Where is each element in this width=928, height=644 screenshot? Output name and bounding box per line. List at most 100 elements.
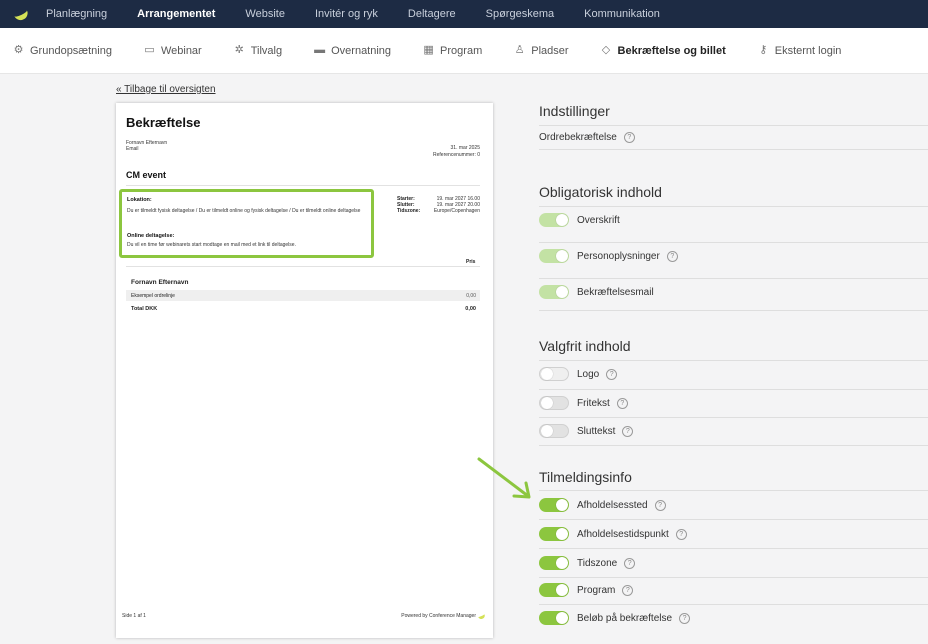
toggle-afholdelsestidspunkt[interactable] [539, 527, 569, 541]
preview-reference: Referencenummer: 0 [433, 152, 480, 158]
divider [539, 149, 928, 150]
help-icon[interactable]: ? [616, 397, 628, 409]
help-icon[interactable]: ? [679, 612, 691, 624]
option-label: Tidszone [577, 557, 618, 569]
option-personoplysninger: Personoplysninger ? [539, 249, 678, 263]
option-label: Overskrift [577, 214, 620, 226]
tab-label: Overnatning [331, 44, 392, 57]
divider [539, 577, 928, 578]
preview-email: Email [126, 146, 139, 152]
tab-program[interactable]: ▦ Program [422, 44, 482, 57]
divider [539, 490, 928, 491]
option-ordrebekraeftelse: Ordrebekræftelse ? [539, 132, 635, 143]
divider [539, 310, 928, 311]
toggle-personoplysninger [539, 249, 569, 263]
divider [539, 604, 928, 605]
nav-kommunikation[interactable]: Kommunikation [584, 8, 660, 20]
confirmation-preview: Bekræftelse Fornavn Efternavn Email 31. … [116, 103, 493, 638]
option-sluttekst: Sluttekst ? [539, 424, 634, 438]
order-line-label: Eksempel ordrelinje [131, 293, 175, 299]
online-text: Du vil en time før webinarets start modt… [127, 242, 296, 248]
section-title-tilmeldingsinfo: Tilmeldingsinfo [539, 469, 632, 485]
location-text: Du er tilmeldt fysisk deltagelse / Du er… [127, 208, 361, 214]
sub-navigation: ⚙ Grundopsætning ▭ Webinar ✲ Tilvalg ▬ O… [0, 28, 928, 74]
divider [539, 242, 928, 243]
time-value: Europe/Copenhagen [433, 208, 480, 214]
order-line-value: 0,00 [466, 293, 476, 299]
nav-deltagere[interactable]: Deltagere [408, 8, 456, 20]
option-logo: Logo ? [539, 367, 618, 381]
option-label: Personoplysninger [577, 250, 660, 262]
option-overskrift: Overskrift [539, 213, 620, 227]
ticket-icon: ◇ [601, 44, 611, 56]
option-fritekst: Fritekst ? [539, 396, 628, 410]
divider [539, 548, 928, 549]
calendar-icon: ▦ [423, 44, 434, 56]
preview-title: Bekræftelse [126, 115, 201, 130]
help-icon[interactable]: ? [622, 425, 634, 437]
nav-website[interactable]: Website [245, 8, 285, 20]
online-heading: Online deltagelse: [127, 233, 175, 239]
bed-icon: ▬ [314, 44, 326, 56]
toggle-logo[interactable] [539, 367, 569, 381]
option-beloeb-paa-bekraeftelse: Beløb på bekræftelse ? [539, 611, 691, 625]
tab-eksternt-login[interactable]: ⚷ Eksternt login [757, 44, 842, 57]
event-times: Starter: 19. mar 2027 16.00 Slutter: 19. m… [397, 196, 480, 214]
help-icon[interactable]: ? [623, 132, 635, 143]
tab-tilvalg[interactable]: ✲ Tilvalg [233, 44, 283, 57]
divider [539, 360, 928, 361]
order-line: Eksempel ordrelinje 0,00 [126, 290, 480, 301]
section-title-valgfrit: Valgfrit indhold [539, 338, 631, 354]
divider [539, 125, 928, 126]
divider [539, 206, 928, 207]
location-highlight-box: Lokation: Du er tilmeldt fysisk deltagel… [119, 189, 374, 258]
addons-icon: ✲ [234, 44, 244, 56]
help-icon[interactable]: ? [606, 368, 618, 380]
powered-by-text: Powered by Conference Manager [401, 613, 476, 619]
total-label: Total DKK [131, 306, 158, 312]
option-label: Sluttekst [577, 425, 616, 437]
help-icon[interactable]: ? [654, 499, 666, 511]
help-icon[interactable]: ? [622, 584, 634, 596]
toggle-sluttekst[interactable] [539, 424, 569, 438]
tab-label: Eksternt login [774, 44, 842, 57]
option-label: Program [577, 584, 616, 596]
location-heading: Lokation: [127, 197, 152, 203]
toggle-overskrift [539, 213, 569, 227]
help-icon[interactable]: ? [675, 528, 687, 540]
tab-label: Bekræftelse og billet [617, 44, 726, 57]
divider [539, 445, 928, 446]
nav-arrangementet[interactable]: Arrangementet [137, 8, 215, 20]
back-link[interactable]: « Tilbage til oversigten [116, 84, 216, 95]
section-title-obligatorisk: Obligatorisk indhold [539, 184, 662, 200]
toggle-program[interactable] [539, 583, 569, 597]
nav-inviter-og-ryk[interactable]: Invitér og ryk [315, 8, 378, 20]
nav-spoergeskema[interactable]: Spørgeskema [486, 8, 554, 20]
help-icon[interactable]: ? [666, 250, 678, 262]
time-row: Tidszone: Europe/Copenhagen [397, 208, 480, 214]
nav-planlaegning[interactable]: Planlægning [46, 8, 107, 20]
tab-bekraeftelse-og-billet[interactable]: ◇ Bekræftelse og billet [600, 44, 726, 57]
toggle-tidszone[interactable] [539, 556, 569, 570]
toggle-bekraeftelsesmail [539, 285, 569, 299]
option-bekraeftelsesmail: Bekræftelsesmail [539, 285, 654, 299]
toggle-afholdelsessted[interactable] [539, 498, 569, 512]
participant-name: Fornavn Efternavn [131, 279, 189, 286]
tab-overnatning[interactable]: ▬ Overnatning [313, 44, 391, 57]
tab-webinar[interactable]: ▭ Webinar [143, 44, 201, 57]
gear-icon: ⚙ [13, 44, 24, 56]
help-icon[interactable]: ? [624, 557, 636, 569]
divider [126, 185, 480, 186]
time-key: Tidszone: [397, 208, 421, 214]
toggle-beloeb[interactable] [539, 611, 569, 625]
tab-pladser[interactable]: ♙ Pladser [513, 44, 569, 57]
option-afholdelsessted: Afholdelsessted ? [539, 498, 666, 512]
key-icon: ⚷ [759, 44, 768, 56]
total-value: 0,00 [465, 306, 476, 312]
option-afholdelsestidspunkt: Afholdelsestidspunkt ? [539, 527, 687, 541]
banana-logo-icon[interactable] [12, 5, 32, 23]
tab-grundopsaetning[interactable]: ⚙ Grundopsætning [12, 44, 112, 57]
option-label: Bekræftelsesmail [577, 286, 654, 298]
option-label: Afholdelsessted [577, 499, 648, 511]
toggle-fritekst[interactable] [539, 396, 569, 410]
